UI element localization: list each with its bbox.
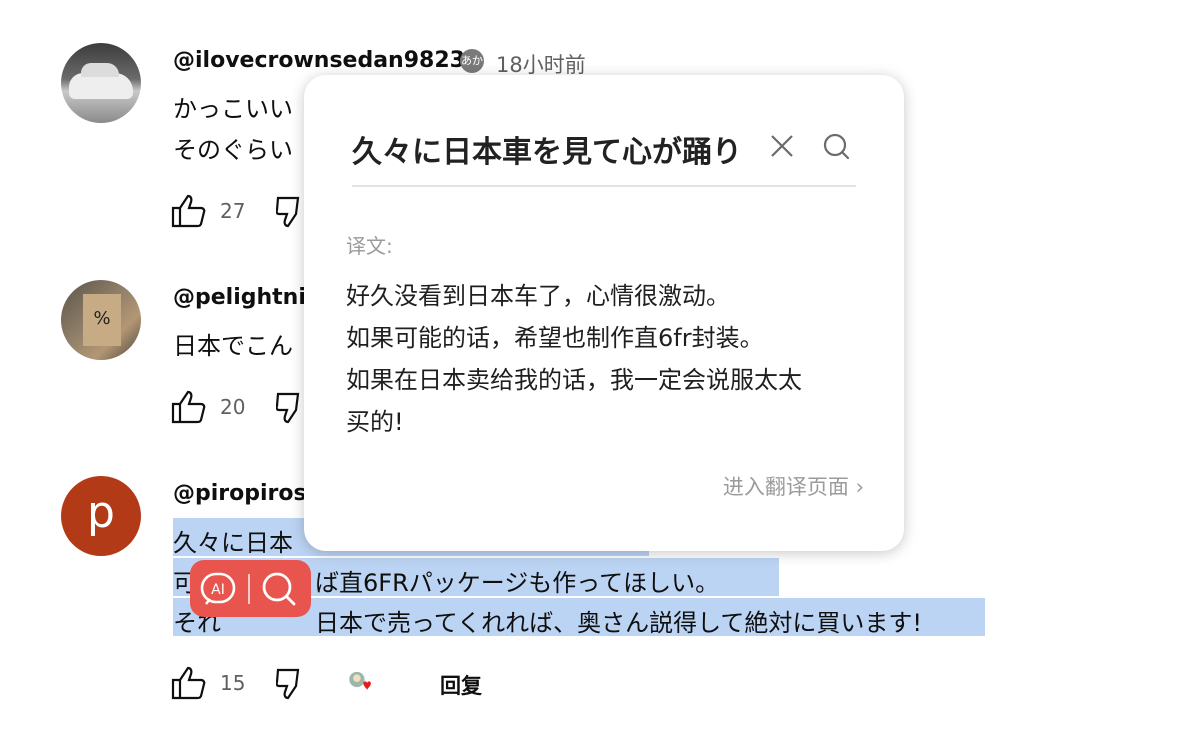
translation-text: 好久没看到日本车了，心情很激动。 如果可能的话，希望也制作直6fr封装。 如果在… — [346, 275, 886, 443]
avatar[interactable]: % — [61, 280, 141, 360]
reply-button[interactable]: 回复 — [440, 670, 482, 700]
ai-icon[interactable]: AI — [200, 571, 236, 607]
translation-line: 好久没看到日本车了，心情很激动。 — [346, 282, 730, 310]
bag-image: % — [83, 294, 121, 346]
like-count: 27 — [220, 199, 246, 223]
avatar[interactable] — [61, 43, 141, 123]
ai-toolbar: AI — [190, 560, 311, 617]
open-translation-page-link[interactable]: 进入翻译页面 › — [723, 471, 864, 501]
member-badge-icon: あか — [460, 49, 484, 73]
comment-text-line: かっこいい — [173, 95, 293, 123]
dislike-icon[interactable] — [276, 391, 306, 427]
comment-author[interactable]: @pelightni — [173, 285, 306, 310]
query-underline — [352, 185, 856, 187]
comment-text-line: 日本でこん — [173, 332, 293, 360]
svg-text:AI: AI — [211, 582, 225, 598]
translation-label: 译文: — [346, 234, 393, 258]
search-icon[interactable] — [260, 570, 298, 608]
car-image — [69, 63, 133, 99]
translation-line: 如果在日本卖给我的话，我一定会说服太太 — [346, 366, 802, 394]
like-icon[interactable] — [170, 665, 208, 701]
comment-author[interactable]: @piropirose — [173, 481, 322, 506]
query-text[interactable]: 久々に日本車を見て心が踊り — [352, 127, 752, 171]
comment-author[interactable]: @ilovecrownsedan9823 — [173, 48, 465, 73]
dislike-icon[interactable] — [276, 667, 314, 703]
toolbar-divider — [248, 574, 250, 604]
translation-line: 如果可能的话，希望也制作直6fr封装。 — [346, 324, 764, 352]
comment-text-line: そのぐらい — [173, 136, 293, 164]
search-icon[interactable] — [822, 132, 852, 162]
dislike-icon[interactable] — [276, 195, 306, 231]
like-count: 15 — [220, 671, 246, 695]
avatar[interactable]: p — [61, 476, 141, 556]
translation-popup: 久々に日本車を見て心が踊り 译文: 好久没看到日本车了，心情很激动。 如果可能的… — [304, 75, 904, 551]
creator-heart-icon — [349, 671, 371, 691]
comment-text-line: 日本で売ってくれれば、奥さん説得して絶対に買います! — [315, 609, 922, 637]
like-icon[interactable] — [170, 389, 208, 425]
translation-line: 买的! — [346, 408, 404, 436]
comment-text-line: ば直6FRパッケージも作ってほしい。 — [315, 569, 720, 597]
like-count: 20 — [220, 395, 246, 419]
close-icon[interactable] — [769, 133, 795, 159]
comment-text-line: 久々に日本 — [173, 529, 293, 557]
like-icon[interactable] — [170, 193, 208, 229]
